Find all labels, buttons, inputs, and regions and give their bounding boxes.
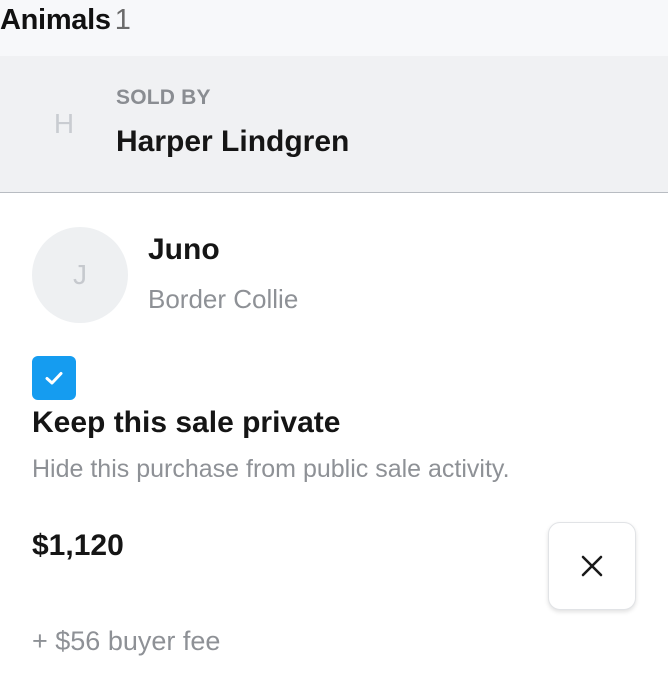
animal-avatar: J xyxy=(32,227,128,323)
section-header: Animals 1 xyxy=(0,0,668,56)
close-icon xyxy=(581,555,603,577)
buyer-fee: + $56 buyer fee xyxy=(32,626,221,656)
private-sale-title: Keep this sale private xyxy=(32,406,341,439)
check-icon xyxy=(45,372,63,385)
private-sale-description: Hide this purchase from public sale acti… xyxy=(32,455,510,483)
remove-button[interactable] xyxy=(548,522,636,610)
price: $1,120 xyxy=(32,529,124,562)
seller-avatar: H xyxy=(53,108,75,139)
sold-by-label: SOLD BY xyxy=(116,86,211,109)
section-title-text: Animals xyxy=(0,4,111,36)
seller-card: H SOLD BY Harper Lindgren xyxy=(0,56,668,193)
animal-breed: Border Collie xyxy=(148,284,299,314)
private-sale-checkbox[interactable] xyxy=(32,356,76,400)
animal-name: Juno xyxy=(148,233,220,266)
animal-count: 1 xyxy=(114,4,131,36)
seller-name: Harper Lindgren xyxy=(116,125,350,158)
section-title: Animals 1 xyxy=(0,4,131,37)
